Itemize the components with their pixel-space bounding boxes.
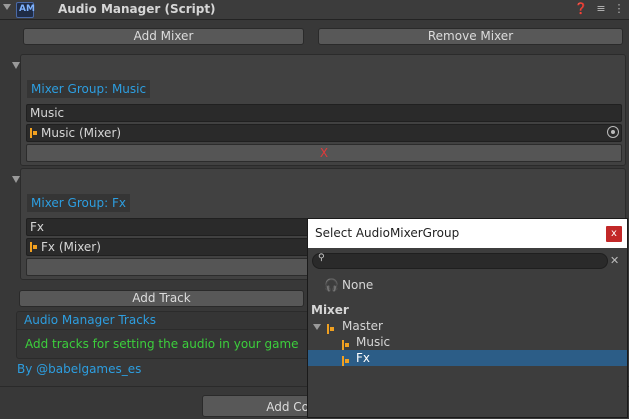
overflow-menu-icon[interactable]: ⋮ (612, 2, 626, 16)
popup-close-button[interactable]: x (606, 226, 622, 242)
audio-mixer-group-icon (327, 324, 335, 334)
mixer-group-music-label: Mixer Group: Music (27, 80, 151, 98)
remove-mixer-group-music-button[interactable]: X (26, 144, 622, 162)
search-clear-icon[interactable]: ✕ (610, 254, 619, 267)
search-text-field[interactable] (331, 254, 595, 270)
audio-mixer-group-icon (342, 340, 350, 350)
popup-title: Select AudioMixerGroup (308, 219, 627, 248)
mixer-group-music-foldout-icon[interactable] (12, 62, 20, 69)
mixer-group-fx-label: Mixer Group: Fx (27, 194, 130, 212)
component-title: Audio Manager (Script) (58, 2, 216, 16)
object-picker-icon[interactable] (607, 126, 619, 138)
remove-mixer-button[interactable]: Remove Mixer (318, 28, 623, 45)
script-icon: AM (16, 2, 35, 18)
popup-search-input[interactable]: ⚲ (312, 253, 608, 270)
add-mixer-button[interactable]: Add Mixer (23, 28, 304, 45)
tree-item-fx-selected[interactable]: Fx (308, 350, 627, 366)
mixer-group-fx-foldout-icon[interactable] (12, 176, 20, 183)
mixer-group-music-mixer-field[interactable]: Music (Mixer) (26, 124, 622, 142)
tree-expand-icon[interactable] (313, 324, 321, 330)
audio-mixer-group-icon (342, 356, 350, 366)
tracks-hint: Add tracks for setting the audio in your… (25, 337, 299, 351)
credit-link[interactable]: By @babelgames_es (17, 362, 141, 376)
add-track-button[interactable]: Add Track (19, 290, 304, 307)
audio-mixer-group-icon (30, 128, 38, 138)
tree-item-master[interactable]: Master (308, 318, 627, 334)
help-icon[interactable]: ❓ (574, 2, 588, 16)
mixer-group-music-name-field[interactable]: Music (26, 104, 622, 122)
headphones-icon: 🎧 (324, 278, 339, 292)
tree-item-music[interactable]: Music (308, 334, 627, 350)
component-foldout-arrow-icon[interactable] (3, 4, 11, 10)
none-option[interactable]: 🎧 None (308, 277, 627, 293)
settings-icon[interactable]: ≡ (594, 2, 608, 16)
mixer-section-label: Mixer (311, 303, 349, 317)
search-icon: ⚲ (318, 253, 325, 263)
audio-mixer-group-icon (30, 242, 38, 252)
tracks-header: Audio Manager Tracks (24, 313, 156, 327)
select-audio-mixer-group-popup: Select AudioMixerGroup x ⚲ ✕ 🎧 None Mixe… (307, 218, 628, 418)
